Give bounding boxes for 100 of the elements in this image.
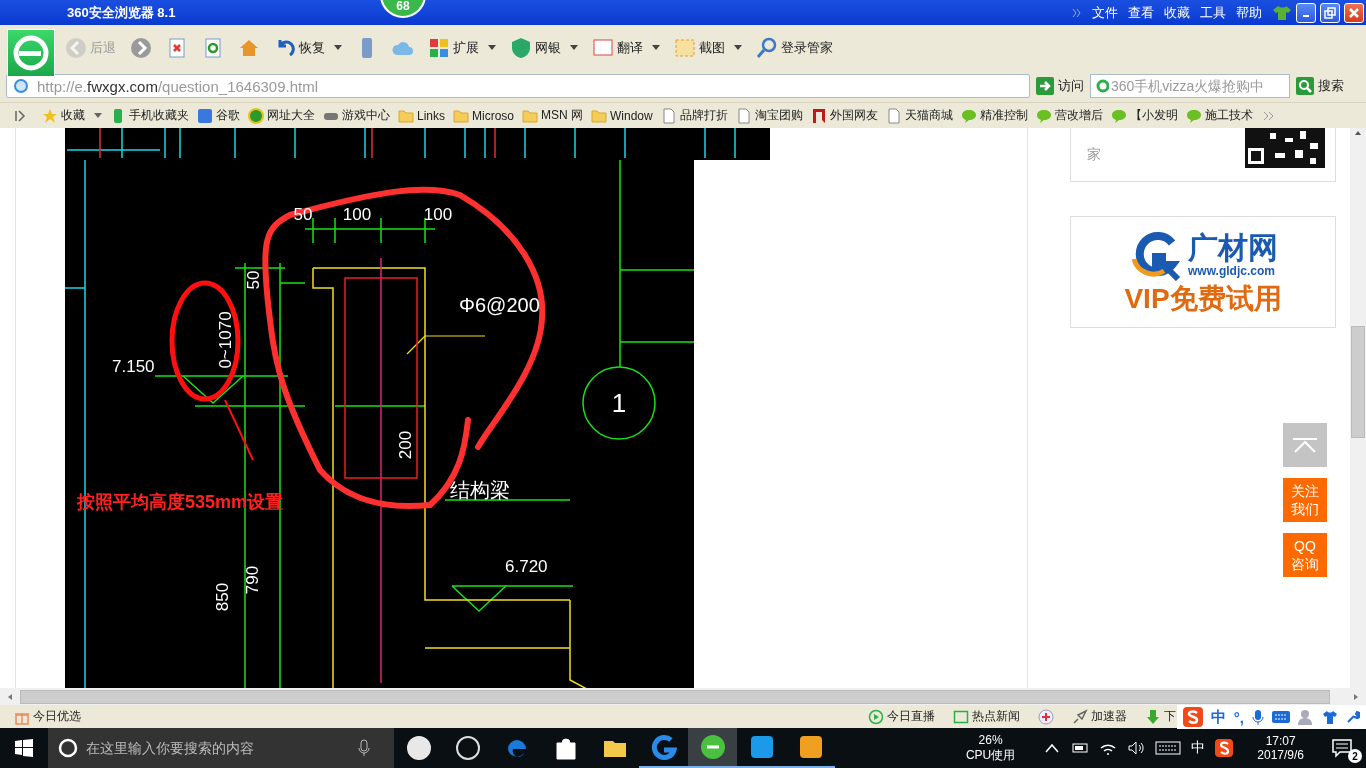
menu-item[interactable]: 帮助 [1236,3,1262,22]
sidebar-toggle-icon[interactable] [14,109,26,122]
ad-banner[interactable]: 广材网 www.gldjc.com VIP免费试用 [1070,216,1336,328]
login-button[interactable]: 登录管家 [752,32,837,63]
bookmark-item[interactable]: 网址大全 [246,107,317,124]
plus-button[interactable] [1038,708,1054,725]
minimize-button[interactable] [1296,2,1316,23]
window-title: 360安全浏览器 8.1 [67,3,176,22]
status-item[interactable]: 加速器 [1072,708,1127,725]
bookmark-item[interactable]: 谷歌 [195,107,242,124]
globe-icon [248,107,264,124]
search-icon [756,36,778,59]
extend-button[interactable]: 扩展 [424,32,500,63]
notification-icon[interactable] [1332,738,1352,758]
status-item[interactable]: 今日优选 [14,708,81,725]
shield-icon [510,36,532,59]
square-icon [197,107,213,124]
bookmark-item[interactable]: 收藏 [40,107,104,124]
scroll-thumb[interactable] [1351,326,1365,438]
bookmark-item[interactable]: 外国网友 [808,107,880,124]
bank-button[interactable]: 网银 [506,32,582,63]
page-icon [885,107,902,124]
taskbar-app-button[interactable] [688,728,737,768]
dimension-label: 100 [423,205,453,224]
dimension-label: 850 [213,582,233,612]
restore-button[interactable]: 恢复 [270,32,346,63]
microphone-icon[interactable] [1252,709,1264,725]
bookmark-item[interactable]: 淘宝团购 [733,107,805,124]
app-icon [748,734,775,760]
keyboard-icon[interactable] [1155,741,1182,755]
menu-item[interactable]: 文件 [1092,3,1118,22]
vertical-scrollbar[interactable] [1350,128,1366,688]
input-method-logo-icon[interactable] [1182,707,1203,727]
chevron-icon[interactable] [1072,7,1082,18]
bookmark-item[interactable]: 营改增后 [1033,107,1105,124]
wrench-icon[interactable] [1346,710,1360,724]
menu-item[interactable]: 查看 [1128,3,1154,22]
input-language-text[interactable]: 中 [1191,739,1206,757]
dashed-frame-icon [674,36,696,59]
clock[interactable]: 17:07 2017/9/6 [1257,734,1304,762]
address-field[interactable]: http://e.fwxgx.com/question_1646309.html [6,74,1030,98]
go-button[interactable]: 访问 [1036,77,1084,95]
battery-icon[interactable] [1069,742,1090,754]
dimension-label: 100 [342,205,372,224]
bookmark-item[interactable]: 天猫商城 [883,107,955,124]
bookmark-item[interactable]: 品牌打折 [658,107,730,124]
bookmark-item[interactable]: Window [589,107,655,124]
status-item[interactable]: 下 [1145,708,1176,725]
dimension-label: 50 [244,270,264,290]
bookmark-item[interactable]: 游戏中心 [321,107,392,124]
up-arrow-icon [1292,437,1318,453]
close-button[interactable] [1344,2,1364,23]
status-item[interactable]: 今日直播 [868,708,935,725]
cpu-usage-label: CPU使用 [965,746,1016,764]
bookmark-item[interactable]: Links [396,107,447,124]
dimension-label: Φ6@200 [459,294,540,316]
volume-icon[interactable] [1127,740,1146,756]
restore-button[interactable] [1320,2,1340,23]
play-icon [868,708,884,725]
refresh-page-icon [202,36,224,59]
pin-icon [1072,708,1088,725]
browser-logo-icon[interactable] [7,28,55,77]
microphone-button[interactable] [358,728,394,768]
shirt-icon[interactable] [1322,710,1338,724]
translate-button[interactable]: 翻译 [588,32,664,63]
bookmark-item[interactable]: 精准控制 [958,107,1030,124]
keyboard-icon[interactable] [1272,711,1290,723]
chat-bubble-icon [1110,107,1127,124]
punctuation-mode-text[interactable]: °, [1233,708,1244,726]
horizontal-scrollbar[interactable] [0,688,1366,705]
folder-icon [453,107,469,124]
chevron-up-icon[interactable] [1045,743,1060,753]
shirt-icon[interactable] [1272,4,1292,21]
menu-item[interactable]: 工具 [1200,3,1226,22]
dimension-label: 6.720 [505,557,548,576]
search-input[interactable]: 在这里输入你要搜索的内容 [86,740,346,756]
search-engine-icon[interactable] [1095,78,1109,94]
brand-name: 广材网 [1188,232,1278,264]
input-method-logo-icon[interactable] [1215,739,1234,757]
folder-icon [398,107,414,124]
search-field[interactable]: 360手机vizza火爆抢购中 [1090,74,1290,98]
translate-icon [592,36,614,59]
cpu-usage-value: 26% [978,732,1003,747]
bookmark-item[interactable]: 施工技术 [1183,107,1255,124]
screenshot-button[interactable]: 截图 [670,32,746,63]
status-item[interactable]: 热点新闻 [953,708,1020,725]
bookmark-item[interactable]: MSN 网 [520,107,586,124]
bookmark-item[interactable]: Microso [451,107,517,124]
dimension-label: 结构梁 [450,479,510,501]
input-mode-text[interactable]: 中 [1210,707,1226,727]
close-icon [1348,6,1360,19]
bookmark-item[interactable]: 【小发明 [1108,107,1180,124]
search-button[interactable]: 搜索 [1296,77,1344,95]
app-icon [405,735,432,761]
scroll-thumb[interactable] [20,689,1330,704]
minimize-icon [1303,14,1309,17]
taskbar-search-field[interactable]: 在这里输入你要搜索的内容 [48,728,358,768]
microphone-icon[interactable] [358,739,370,757]
menu-item[interactable]: 收藏 [1164,3,1190,22]
bookmark-item[interactable]: 手机收藏夹 [108,107,191,124]
